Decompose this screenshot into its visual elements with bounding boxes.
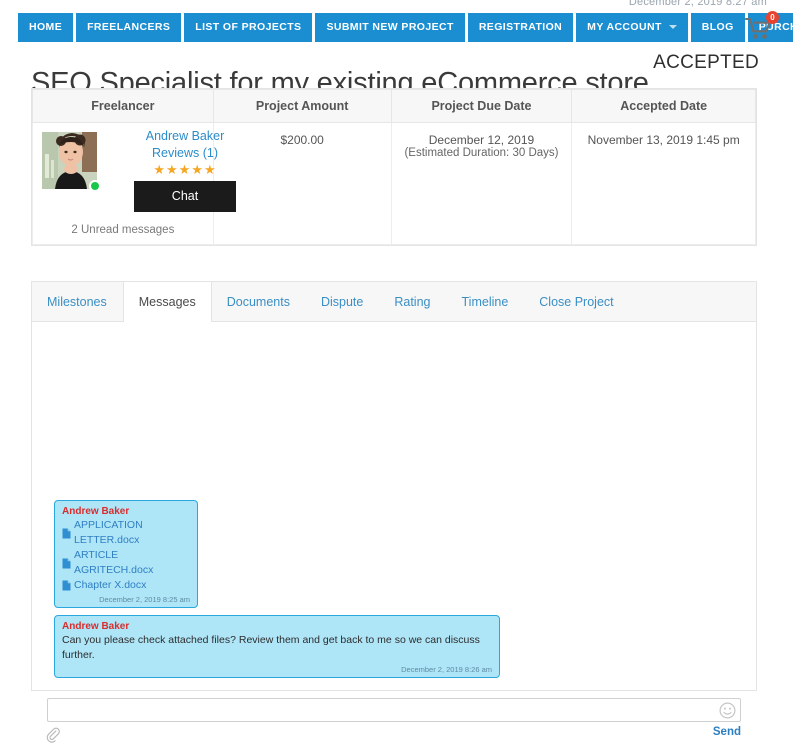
nav-item-label: SUBMIT NEW PROJECT	[326, 21, 454, 33]
file-document-icon	[62, 580, 71, 591]
tab-label: Milestones	[47, 294, 107, 309]
message-attachment[interactable]: APPLICATION LETTER.docx	[62, 518, 190, 548]
message-attachment[interactable]: ARTICLE AGRITECH.docx	[62, 548, 190, 578]
attachment-filename: Chapter X.docx	[74, 579, 147, 591]
due-date-value: December 12, 2019	[428, 133, 535, 147]
nav-item-list-of-projects[interactable]: LIST OF PROJECTS	[184, 13, 313, 42]
nav-item-label: BLOG	[701, 21, 734, 33]
tab-documents[interactable]: Documents	[212, 282, 306, 321]
tab-label: Rating	[394, 294, 431, 309]
tab-label: Dispute	[320, 294, 364, 309]
freelancer-reviews-link[interactable]: Reviews (1)	[105, 145, 265, 162]
message-sender: Andrew Baker	[62, 506, 130, 517]
message-timestamp: December 2, 2019 8:26 am	[401, 665, 492, 674]
nav-item-registration[interactable]: REGISTRATION	[467, 13, 574, 42]
tab-label: Messages	[138, 294, 196, 309]
nav-item-label: REGISTRATION	[478, 21, 563, 33]
nav-item-submit-new-project[interactable]: SUBMIT NEW PROJECT	[315, 13, 465, 42]
column-header-accepted-date: Accepted Date	[571, 89, 756, 123]
freelancer-name-link[interactable]: Andrew Baker	[105, 128, 265, 145]
project-summary-table: Freelancer Project Amount Project Due Da…	[32, 89, 756, 245]
main-navigation: HOME FREELANCERS LIST OF PROJECTS SUBMIT NE…	[18, 13, 793, 42]
messages-panel: Andrew Baker APPLICATION LETTER.docx ARTIC…	[32, 322, 756, 690]
paperclip-icon[interactable]	[44, 726, 62, 744]
project-summary-panel: Freelancer Project Amount Project Due Da…	[31, 88, 757, 246]
chat-button[interactable]: Chat	[134, 181, 236, 212]
avatar-photo	[42, 132, 97, 189]
online-status-indicator	[89, 180, 101, 192]
nav-item-my-account[interactable]: MY ACCOUNT	[576, 13, 688, 42]
nav-item-blog[interactable]: BLOG	[690, 13, 745, 42]
tab-timeline[interactable]: Timeline	[447, 282, 525, 321]
cart-button[interactable]: 0	[744, 11, 779, 42]
message-list: Andrew Baker APPLICATION LETTER.docx ARTIC…	[54, 493, 734, 678]
unread-messages-label: 2 Unread messages	[71, 224, 175, 236]
rating-stars: ★★★★★	[153, 162, 217, 177]
tab-label: Timeline	[461, 294, 509, 309]
cart-count-badge: 0	[766, 11, 779, 24]
chevron-down-icon	[668, 25, 677, 29]
estimated-duration: (Estimated Duration: 30 Days)	[404, 147, 559, 159]
table-row: Andrew Baker Reviews (1) ★★★★★ Chat 2 Un…	[32, 122, 756, 245]
tab-bar: Milestones Messages Documents Dispute Rating…	[32, 282, 756, 322]
accepted-date-cell: November 13, 2019 1:45 pm	[571, 122, 756, 245]
freelancer-cell: Andrew Baker Reviews (1) ★★★★★ Chat 2 Un…	[32, 122, 236, 245]
message-timestamp: December 2, 2019 8:25 am	[99, 595, 190, 604]
message-bubble: Andrew Baker Can you please check attache…	[54, 615, 500, 678]
nav-item-label: MY ACCOUNT	[587, 21, 662, 33]
nav-item-label: FREELANCERS	[87, 21, 171, 33]
tab-milestones[interactable]: Milestones	[32, 282, 123, 321]
file-document-icon	[62, 528, 71, 538]
message-text: Can you please check attached files? Rev…	[62, 634, 480, 661]
message-attachment[interactable]: Chapter X.docx	[62, 578, 190, 593]
attachment-filename: ARTICLE AGRITECH.docx	[74, 549, 154, 576]
column-header-project-due-date: Project Due Date	[390, 89, 573, 123]
nav-item-freelancers[interactable]: FREELANCERS	[76, 13, 182, 42]
message-bubble: Andrew Baker APPLICATION LETTER.docx ARTIC…	[54, 500, 198, 608]
message-composer: Send	[46, 698, 741, 743]
message-sender: Andrew Baker	[62, 621, 130, 632]
file-document-icon	[62, 558, 71, 568]
avatar[interactable]	[42, 132, 101, 192]
nav-item-label: HOME	[29, 21, 63, 33]
send-button[interactable]: Send	[713, 726, 741, 738]
column-header-freelancer: Freelancer	[32, 89, 214, 123]
project-tabs-card: Milestones Messages Documents Dispute Rating…	[31, 281, 757, 691]
message-input[interactable]	[47, 698, 741, 722]
column-header-project-amount: Project Amount	[212, 89, 392, 123]
nav-item-label: LIST OF PROJECTS	[195, 21, 302, 33]
tab-close-project[interactable]: Close Project	[524, 282, 629, 321]
tab-dispute[interactable]: Dispute	[306, 282, 379, 321]
tab-rating[interactable]: Rating	[379, 282, 446, 321]
tab-label: Close Project	[539, 294, 614, 309]
attachment-filename: APPLICATION LETTER.docx	[74, 519, 143, 546]
emoji-icon[interactable]	[719, 702, 736, 719]
project-status-badge: ACCEPTED	[653, 52, 759, 73]
table-header-row: Freelancer Project Amount Project Due Da…	[32, 89, 756, 123]
avatar-image	[42, 132, 97, 189]
tab-label: Documents	[226, 294, 290, 309]
project-due-date-cell: December 12, 2019 (Estimated Duration: 3…	[390, 122, 573, 245]
nav-item-home[interactable]: HOME	[18, 13, 74, 42]
tab-messages[interactable]: Messages	[122, 282, 212, 322]
current-datetime: December 2, 2019 8:27 am	[628, 0, 767, 8]
